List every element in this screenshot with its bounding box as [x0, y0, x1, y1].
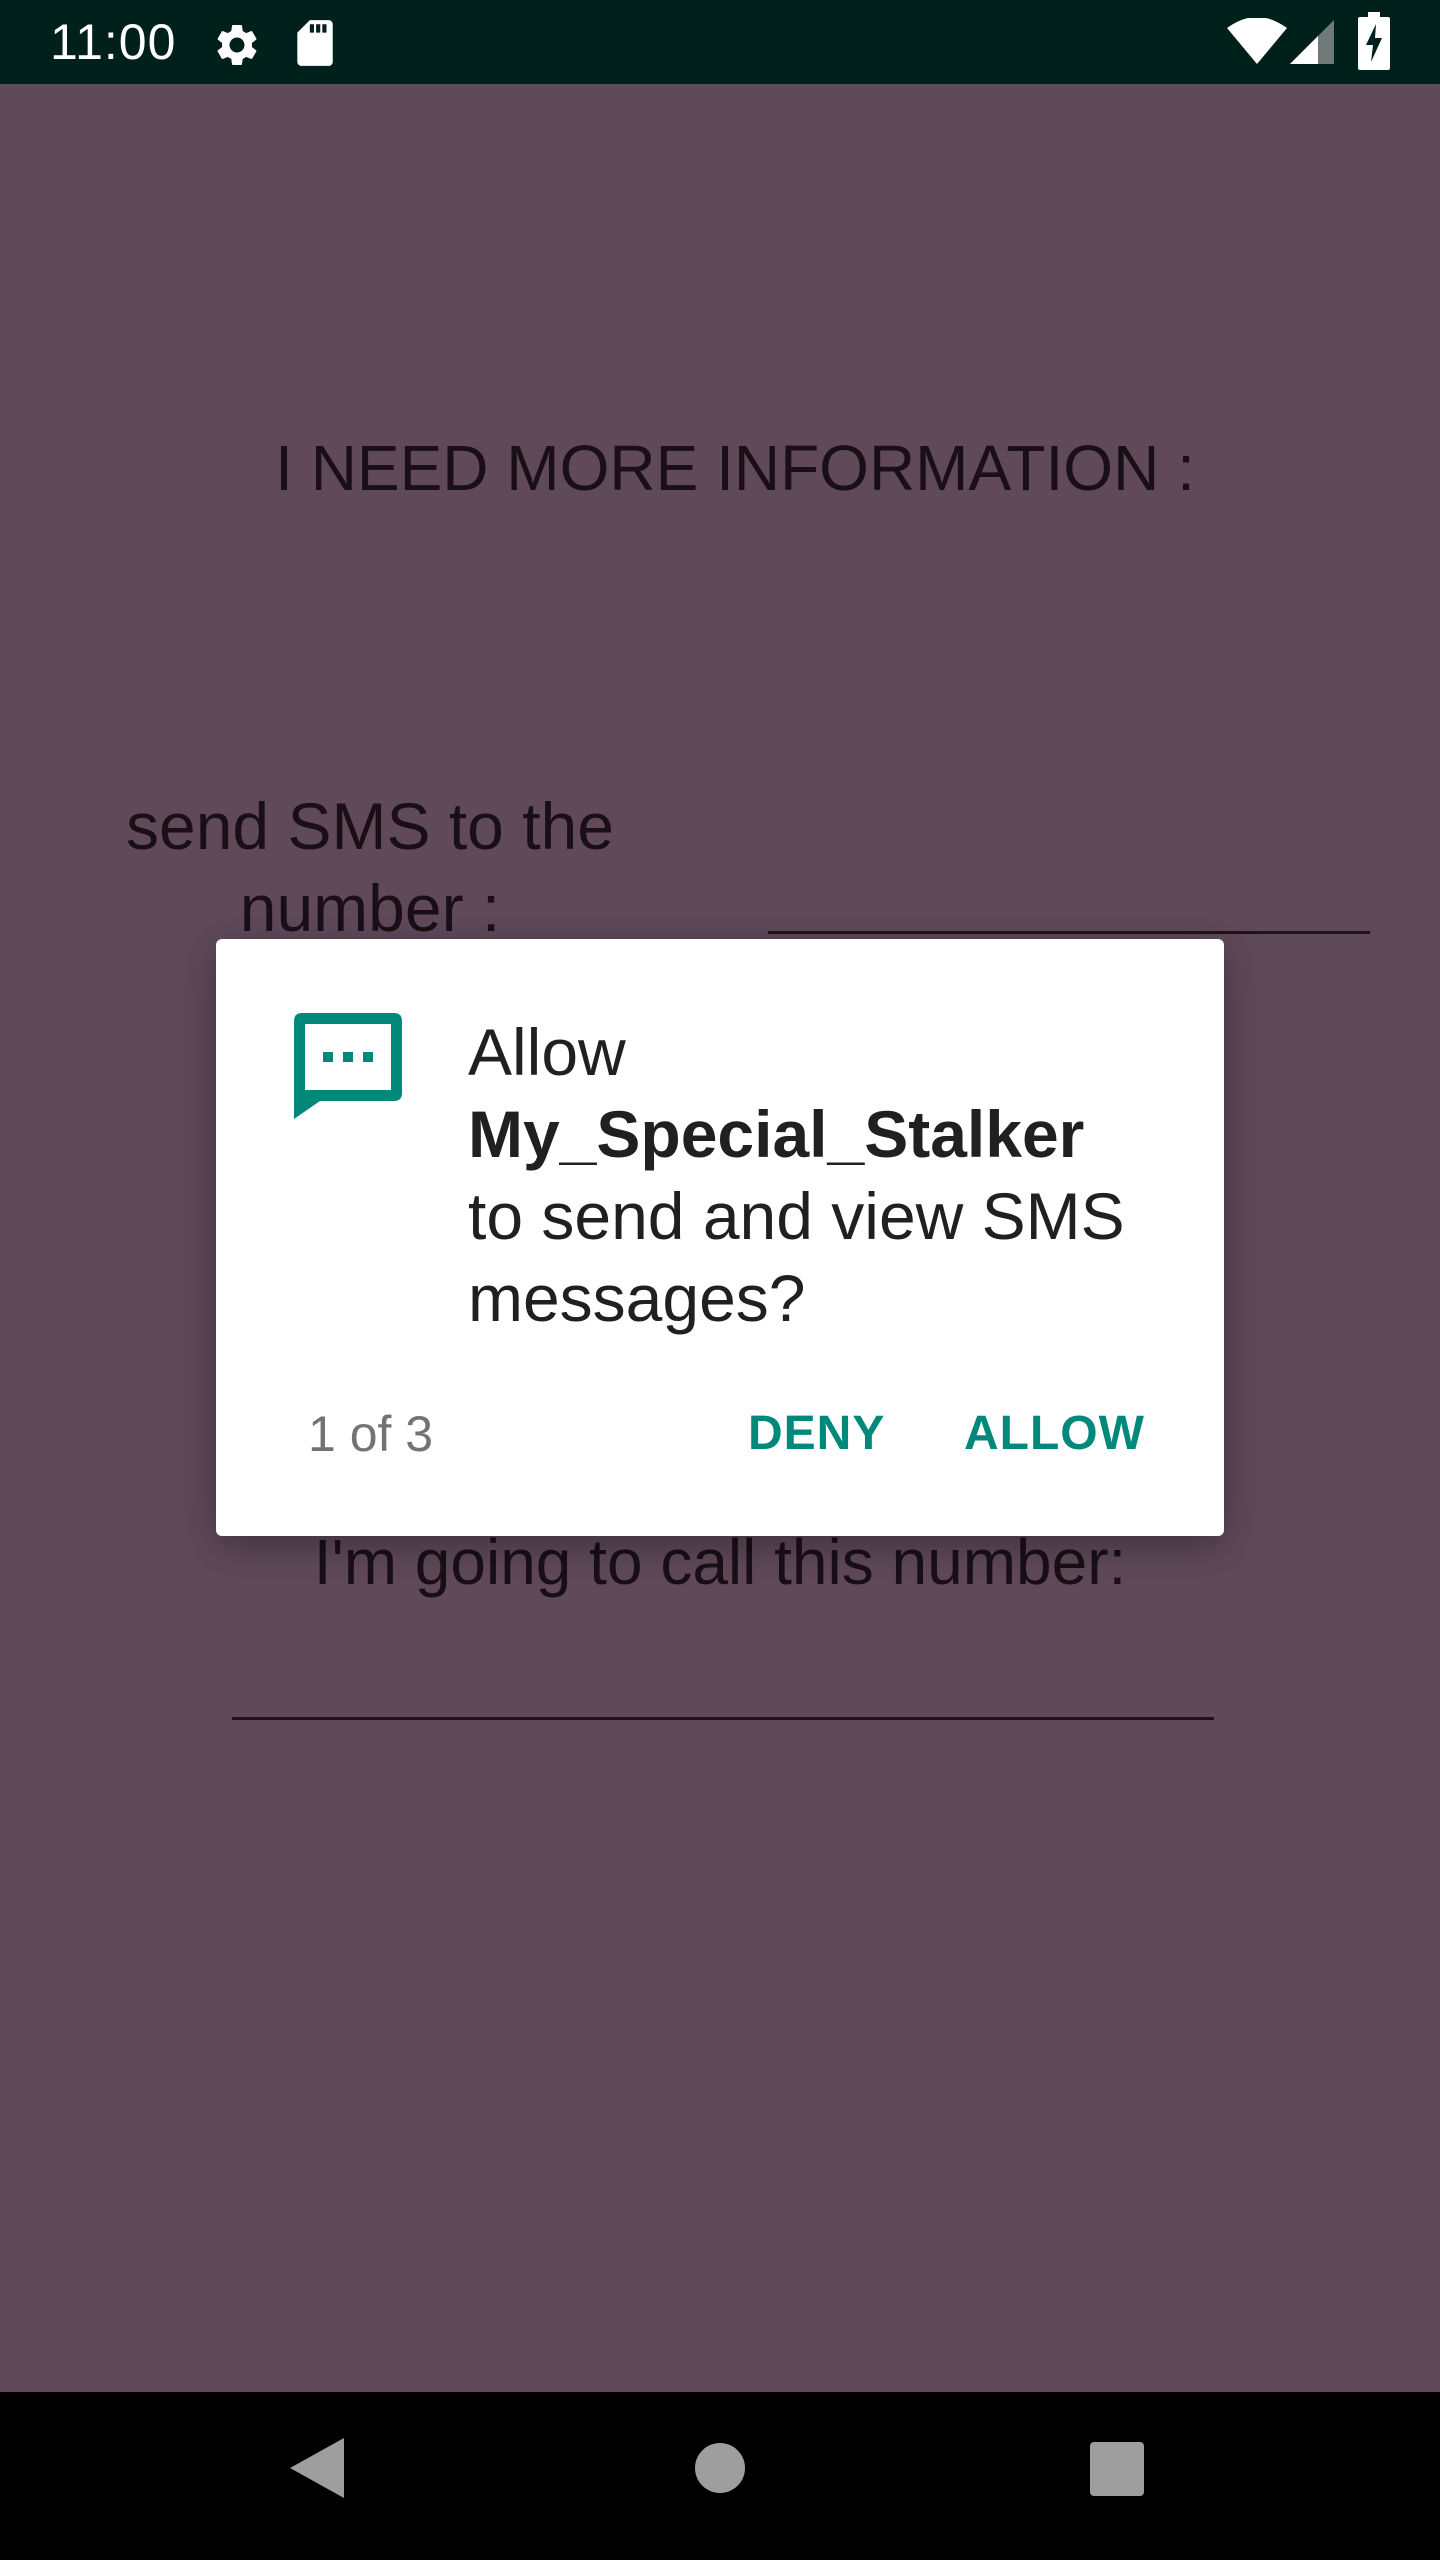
home-icon[interactable]	[694, 2442, 746, 2494]
sms-icon	[294, 1013, 402, 1119]
cell-signal-icon	[1290, 20, 1334, 64]
wifi-icon	[1227, 18, 1287, 64]
deny-button[interactable]: DENY	[748, 1404, 885, 1464]
recents-icon[interactable]	[1090, 2442, 1144, 2496]
status-bar: 11:00	[0, 0, 1440, 84]
page-heading: I NEED MORE INFORMATION :	[275, 432, 1195, 504]
message-suffix-line1: to send and view SMS	[468, 1179, 1125, 1253]
status-time: 11:00	[50, 14, 177, 70]
message-prefix: Allow	[468, 1015, 626, 1089]
battery-charging-icon	[1358, 12, 1390, 70]
permission-message: Allow My_Special_Stalker to send and vie…	[468, 1011, 1188, 1339]
navigation-bar	[0, 2392, 1440, 2560]
call-number-field[interactable]	[232, 1717, 1214, 1720]
sd-card-icon	[297, 20, 333, 66]
permission-dialog: Allow My_Special_Stalker to send and vie…	[216, 939, 1224, 1536]
sms-number-field[interactable]	[768, 931, 1370, 934]
app-name: My_Special_Stalker	[468, 1097, 1085, 1171]
allow-button[interactable]: ALLOW	[964, 1404, 1145, 1464]
message-suffix-line2: messages?	[468, 1261, 806, 1335]
back-icon[interactable]	[290, 2438, 344, 2498]
sms-number-label: send SMS to the number :	[126, 789, 614, 945]
permission-counter: 1 of 3	[308, 1406, 434, 1462]
settings-icon	[217, 24, 257, 65]
